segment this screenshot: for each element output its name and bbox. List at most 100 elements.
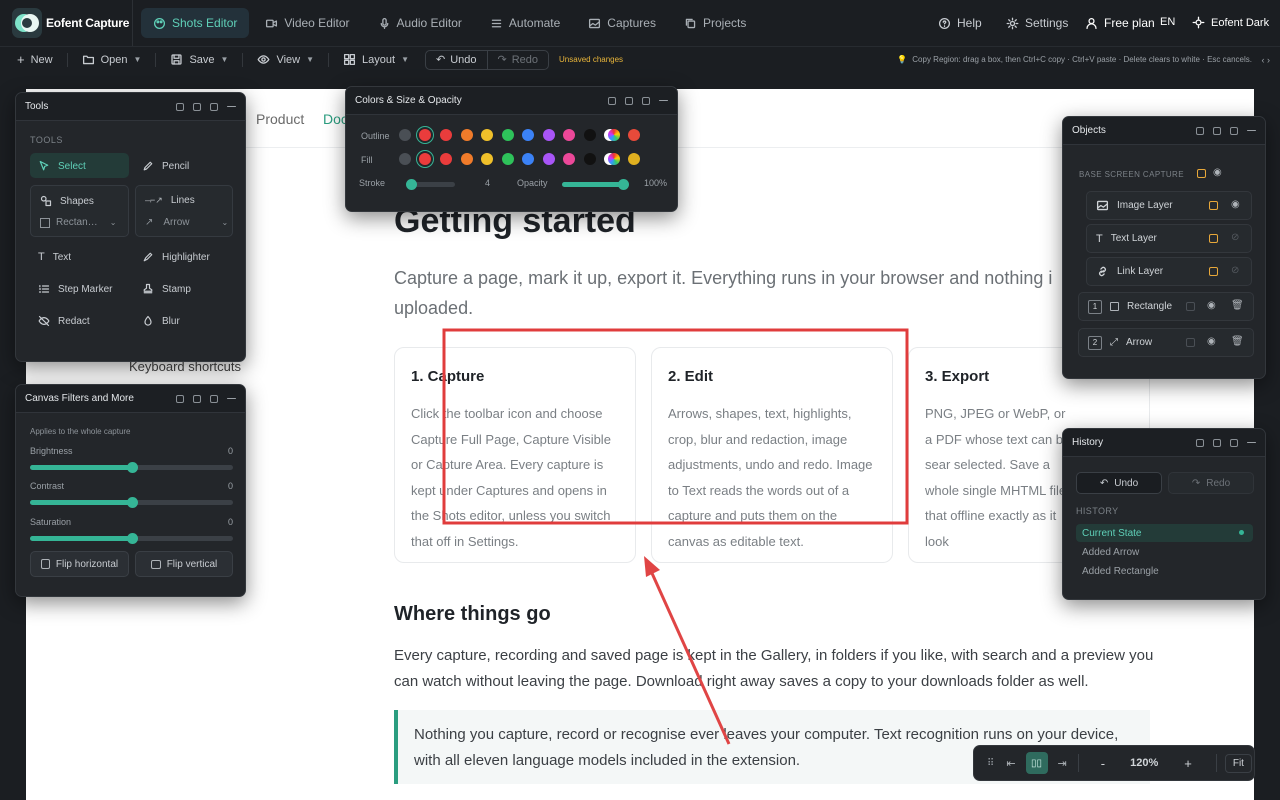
shape-type-select[interactable]: Rectan… ⌄ <box>40 217 116 228</box>
color-swatch[interactable] <box>481 153 493 165</box>
undo-button[interactable]: ↶ Undo <box>426 50 488 69</box>
eyedropper-icon[interactable] <box>628 153 640 165</box>
minimize-icon[interactable] <box>659 100 668 101</box>
redo-button[interactable]: ↷ Redo <box>488 53 549 67</box>
color-swatch[interactable] <box>542 129 555 141</box>
history-redo-button[interactable]: ↷ Redo <box>1168 472 1254 494</box>
color-swatch[interactable] <box>460 153 473 165</box>
align-left-icon[interactable]: ⇤ <box>1006 757 1015 770</box>
tool-text[interactable]: T Text <box>38 251 71 263</box>
collapse-icon[interactable] <box>193 102 201 111</box>
minimize-icon[interactable] <box>1247 442 1256 443</box>
minimize-icon[interactable] <box>1247 130 1256 131</box>
save-button[interactable]: Save ▼ <box>160 49 238 71</box>
lock-icon[interactable] <box>1209 267 1218 276</box>
no-color-swatch[interactable] <box>399 129 411 141</box>
tool-pencil[interactable]: Pencil <box>142 160 189 172</box>
unlock-icon[interactable] <box>1186 338 1195 347</box>
collapse-icon[interactable] <box>193 394 201 403</box>
lock-icon[interactable] <box>1230 126 1238 135</box>
lock-icon[interactable] <box>210 394 218 403</box>
eyedropper-icon[interactable] <box>628 129 640 141</box>
color-swatch[interactable] <box>440 129 452 141</box>
custom-color-swatch[interactable] <box>608 153 620 165</box>
history-entry[interactable]: Added Arrow <box>1082 547 1139 558</box>
slider-knob[interactable] <box>126 533 138 544</box>
panel-header[interactable]: Canvas Filters and More <box>16 385 245 413</box>
slider-knob[interactable] <box>618 179 629 190</box>
tool-blur[interactable]: Blur <box>142 315 180 327</box>
color-swatch[interactable] <box>522 153 534 165</box>
zoom-in-button[interactable]: + <box>1184 756 1192 771</box>
saturation-slider[interactable] <box>30 533 233 544</box>
selected-color-swatch[interactable] <box>419 153 431 165</box>
layer-image[interactable]: Image Layer ◉ <box>1086 191 1252 220</box>
flip-horizontal-button[interactable]: Flip horizontal <box>30 551 129 577</box>
slider-knob[interactable] <box>126 462 138 473</box>
panel-header[interactable]: Objects <box>1063 117 1265 145</box>
tool-highlighter[interactable]: Highlighter <box>142 251 210 263</box>
color-swatch[interactable] <box>522 129 534 141</box>
view-button[interactable]: View ▼ <box>247 49 324 71</box>
collapse-icon[interactable] <box>1213 438 1221 447</box>
annotation-arrow[interactable] <box>649 570 731 745</box>
stroke-slider[interactable] <box>406 179 455 190</box>
contrast-slider[interactable] <box>30 497 233 508</box>
slider-knob[interactable] <box>406 179 417 190</box>
opacity-slider[interactable] <box>562 179 629 190</box>
tool-lines[interactable]: ‒⌐↗ Lines ↗ Arrow ⌄ <box>135 185 233 237</box>
object-rectangle[interactable]: 1 Rectangle ◉ 🗑 <box>1078 292 1254 321</box>
brightness-slider[interactable] <box>30 462 233 473</box>
color-swatch[interactable] <box>563 153 575 165</box>
tab-projects[interactable]: Projects <box>672 8 758 38</box>
tool-redact[interactable]: Redact <box>38 315 90 327</box>
color-swatch[interactable] <box>460 129 473 141</box>
panel-header[interactable]: Colors & Size & Opacity <box>346 87 677 115</box>
drag-handle-icon[interactable]: ⠿ <box>987 758 994 769</box>
lock-icon[interactable] <box>1197 169 1206 178</box>
color-swatch[interactable] <box>542 153 555 165</box>
annotation-rectangle[interactable] <box>442 328 909 525</box>
plan-link[interactable]: Free plan <box>1085 16 1155 30</box>
pin-icon[interactable] <box>1196 438 1204 447</box>
eye-off-icon[interactable]: ⊘ <box>1231 265 1239 276</box>
color-swatch[interactable] <box>501 153 514 165</box>
tool-stamp[interactable]: Stamp <box>142 283 191 295</box>
pin-icon[interactable] <box>608 96 616 105</box>
pin-icon[interactable] <box>176 102 184 111</box>
align-center-icon[interactable]: ▯▯ <box>1025 752 1048 774</box>
collapse-icon[interactable] <box>625 96 633 105</box>
lock-icon[interactable] <box>210 102 218 111</box>
history-undo-button[interactable]: ↶ Undo <box>1076 472 1162 494</box>
collapse-icon[interactable] <box>1213 126 1221 135</box>
lock-icon[interactable] <box>1209 201 1218 210</box>
tab-captures[interactable]: Captures <box>576 8 668 38</box>
eye-icon[interactable]: ◉ <box>1231 199 1240 210</box>
no-color-swatch[interactable] <box>399 153 411 165</box>
eye-off-icon[interactable]: ⊘ <box>1231 232 1239 243</box>
layer-text[interactable]: T Text Layer ⊘ <box>1086 224 1252 253</box>
eye-icon[interactable]: ◉ <box>1213 167 1222 178</box>
layout-button[interactable]: Layout ▼ <box>333 49 419 71</box>
lock-icon[interactable] <box>642 96 650 105</box>
slider-knob[interactable] <box>126 497 138 508</box>
lock-icon[interactable] <box>1230 438 1238 447</box>
panel-header[interactable]: History <box>1063 429 1265 457</box>
help-link[interactable]: Help <box>938 16 982 30</box>
settings-link[interactable]: Settings <box>1006 16 1068 30</box>
minimize-icon[interactable] <box>227 106 236 107</box>
align-right-icon[interactable]: ⇥ <box>1058 757 1067 770</box>
eye-icon[interactable]: ◉ <box>1207 336 1216 347</box>
minimize-icon[interactable] <box>227 398 236 399</box>
fit-button[interactable]: Fit <box>1224 753 1252 773</box>
language-selector[interactable]: EN <box>1160 16 1175 28</box>
theme-selector[interactable]: Eofent Dark <box>1192 16 1269 29</box>
selected-color-swatch[interactable] <box>419 129 431 141</box>
color-swatch[interactable] <box>583 129 596 141</box>
trash-icon[interactable]: 🗑 <box>1231 300 1244 311</box>
custom-color-swatch[interactable] <box>608 129 620 141</box>
color-swatch[interactable] <box>501 129 514 141</box>
tool-shapes[interactable]: Shapes Rectan… ⌄ <box>30 185 129 237</box>
eye-icon[interactable]: ◉ <box>1207 300 1216 311</box>
color-swatch[interactable] <box>481 129 493 141</box>
